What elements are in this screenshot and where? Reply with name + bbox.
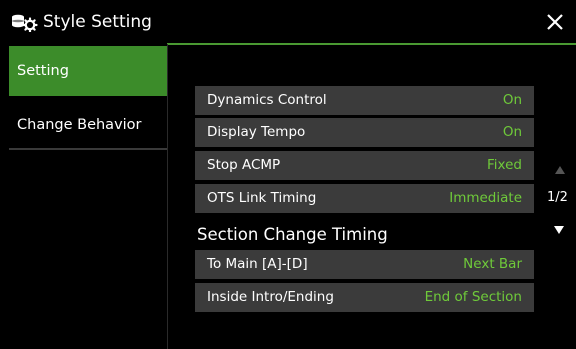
setting-row-stop-acmp[interactable]: Stop ACMP Fixed [195,151,534,180]
setting-value: Fixed [487,157,522,173]
setting-label: Inside Intro/Ending [207,289,334,305]
setting-label: To Main [A]-[D] [207,256,308,272]
setting-row-ots-link-timing[interactable]: OTS Link Timing Immediate [195,184,534,213]
sidebar: Setting Change Behavior [0,44,168,349]
setting-label: OTS Link Timing [207,190,317,206]
sidebar-border [167,44,168,349]
tab-change-behavior[interactable]: Change Behavior [9,101,167,149]
section-heading: Section Change Timing [197,225,388,244]
setting-row-inside-intro-ending[interactable]: Inside Intro/Ending End of Section [195,283,534,312]
tab-setting[interactable]: Setting [9,46,167,96]
setting-row-to-main[interactable]: To Main [A]-[D] Next Bar [195,250,534,279]
setting-value: On [502,92,522,108]
setting-row-dynamics-control[interactable]: Dynamics Control On [195,86,534,115]
setting-value: On [502,124,522,140]
page-indicator: 1/2 [547,190,568,205]
setting-value: End of Section [424,289,522,305]
setting-label: Dynamics Control [207,92,327,108]
window-title: Style Setting [43,12,152,32]
page-down-icon[interactable] [553,225,565,235]
title-divider [167,43,576,45]
setting-label: Stop ACMP [207,157,281,173]
setting-row-display-tempo[interactable]: Display Tempo On [195,118,534,147]
style-setting-icon [12,14,38,32]
page-up-icon[interactable] [554,165,566,175]
title-bar: Style Setting [0,0,576,44]
setting-value: Immediate [449,190,522,206]
setting-label: Display Tempo [207,124,306,140]
close-icon[interactable] [542,8,568,36]
sidebar-divider [9,148,167,150]
setting-value: Next Bar [463,256,522,272]
